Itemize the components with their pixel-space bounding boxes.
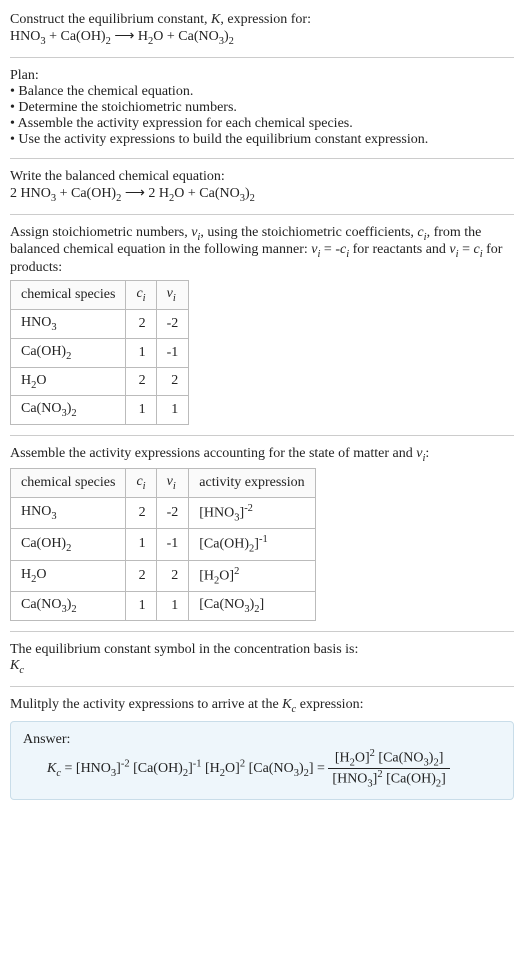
cell-c: 1	[126, 396, 156, 425]
symbol-kc: Kc	[10, 658, 514, 676]
fraction: [H2O]2 [Ca(NO3)2] [HNO3]2 [Ca(OH)2]	[328, 748, 449, 790]
divider	[10, 631, 514, 632]
cell-species: Ca(OH)2	[11, 529, 126, 560]
cell-v: -2	[156, 309, 189, 338]
col-vi: νi	[156, 281, 189, 310]
plan-item: • Use the activity expressions to build …	[10, 132, 514, 148]
final-section: Mulitply the activity expressions to arr…	[10, 693, 514, 805]
stoich-section: Assign stoichiometric numbers, νi, using…	[10, 221, 514, 430]
table-row: H2O 2 2	[11, 367, 189, 396]
table-row: Ca(NO3)2 1 1	[11, 396, 189, 425]
cell-c: 2	[126, 367, 156, 396]
col-ci: ci	[126, 468, 156, 497]
plan-item: • Determine the stoichiometric numbers.	[10, 100, 514, 116]
plan-item: • Assemble the activity expression for e…	[10, 116, 514, 132]
answer-label: Answer:	[23, 732, 501, 748]
plan-heading: Plan:	[10, 68, 514, 84]
cell-expr: [HNO3]-2	[189, 497, 315, 528]
cell-v: 1	[156, 396, 189, 425]
divider	[10, 435, 514, 436]
stoich-intro: Assign stoichiometric numbers, νi, using…	[10, 225, 514, 277]
answer-box: Answer: Kc = [HNO3]-2 [Ca(OH)2]-1 [H2O]2…	[10, 721, 514, 801]
cell-v: 2	[156, 367, 189, 396]
cell-expr: [H2O]2	[189, 560, 315, 591]
divider	[10, 214, 514, 215]
symbol-section: The equilibrium constant symbol in the c…	[10, 638, 514, 680]
activity-table: chemical species ci νi activity expressi…	[10, 468, 316, 621]
divider	[10, 57, 514, 58]
activity-intro: Assemble the activity expressions accoun…	[10, 446, 514, 464]
divider	[10, 686, 514, 687]
cell-v: 1	[156, 592, 189, 621]
balanced-section: Write the balanced chemical equation: 2 …	[10, 165, 514, 208]
cell-v: -1	[156, 529, 189, 560]
answer-expression: Kc = [HNO3]-2 [Ca(OH)2]-1 [H2O]2 [Ca(NO3…	[23, 748, 501, 790]
cell-c: 1	[126, 529, 156, 560]
cell-c: 1	[126, 592, 156, 621]
intro-equation: HNO3 + Ca(OH)2 ⟶ H2O + Ca(NO3)2	[10, 28, 514, 47]
divider	[10, 158, 514, 159]
intro-line1: Construct the equilibrium constant, K, e…	[10, 12, 514, 28]
cell-species: Ca(NO3)2	[11, 592, 126, 621]
cell-c: 1	[126, 338, 156, 367]
cell-species: H2O	[11, 560, 126, 591]
balanced-equation: 2 HNO3 + Ca(OH)2 ⟶ 2 H2O + Ca(NO3)2	[10, 185, 514, 204]
col-species: chemical species	[11, 281, 126, 310]
cell-expr: [Ca(OH)2]-1	[189, 529, 315, 560]
final-intro: Mulitply the activity expressions to arr…	[10, 697, 514, 715]
symbol-text: The equilibrium constant symbol in the c…	[10, 642, 514, 658]
table-row: HNO3 2 -2	[11, 309, 189, 338]
activity-section: Assemble the activity expressions accoun…	[10, 442, 514, 625]
fraction-numerator: [H2O]2 [Ca(NO3)2]	[328, 748, 449, 769]
cell-species: HNO3	[11, 497, 126, 528]
cell-c: 2	[126, 309, 156, 338]
table-row: Ca(OH)2 1 -1	[11, 338, 189, 367]
table-row: HNO3 2 -2 [HNO3]-2	[11, 497, 316, 528]
cell-species: Ca(OH)2	[11, 338, 126, 367]
cell-v: -2	[156, 497, 189, 528]
table-row: H2O 2 2 [H2O]2	[11, 560, 316, 591]
col-species: chemical species	[11, 468, 126, 497]
cell-species: H2O	[11, 367, 126, 396]
table-row: Ca(NO3)2 1 1 [Ca(NO3)2]	[11, 592, 316, 621]
cell-v: 2	[156, 560, 189, 591]
cell-v: -1	[156, 338, 189, 367]
table-row: Ca(OH)2 1 -1 [Ca(OH)2]-1	[11, 529, 316, 560]
cell-c: 2	[126, 560, 156, 591]
plan-item: • Balance the chemical equation.	[10, 84, 514, 100]
cell-c: 2	[126, 497, 156, 528]
cell-species: Ca(NO3)2	[11, 396, 126, 425]
col-vi: νi	[156, 468, 189, 497]
balanced-heading: Write the balanced chemical equation:	[10, 169, 514, 185]
col-expr: activity expression	[189, 468, 315, 497]
intro-section: Construct the equilibrium constant, K, e…	[10, 8, 514, 51]
stoich-table: chemical species ci νi HNO3 2 -2 Ca(OH)2…	[10, 280, 189, 425]
col-ci: ci	[126, 281, 156, 310]
plan-section: Plan: • Balance the chemical equation. •…	[10, 64, 514, 152]
fraction-denominator: [HNO3]2 [Ca(OH)2]	[328, 769, 449, 789]
cell-species: HNO3	[11, 309, 126, 338]
cell-expr: [Ca(NO3)2]	[189, 592, 315, 621]
